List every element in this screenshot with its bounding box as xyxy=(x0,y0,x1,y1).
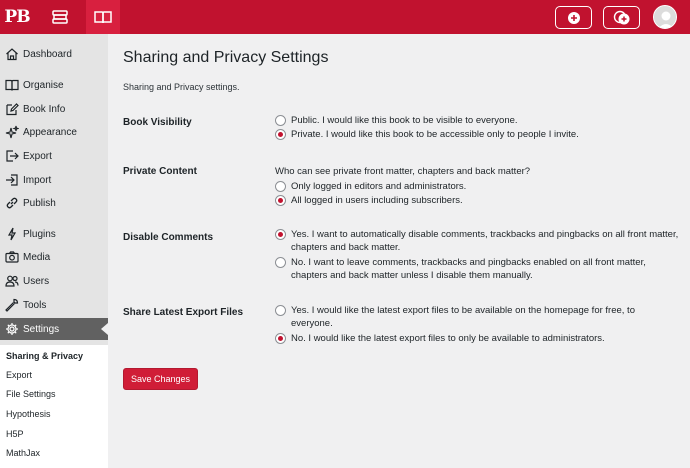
submenu-item-file-settings[interactable]: File Settings xyxy=(6,389,56,399)
edit-icon xyxy=(4,101,20,117)
visibility-private-radio[interactable] xyxy=(275,129,286,140)
share-export-yes-radio[interactable] xyxy=(275,305,286,316)
private-all-users-radio[interactable] xyxy=(275,195,286,206)
sidebar-item-book-info[interactable]: Book Info xyxy=(0,98,108,120)
add-book-button[interactable] xyxy=(555,6,592,29)
book-icon xyxy=(4,77,20,93)
option-text: No. I would like the latest export files… xyxy=(291,333,605,344)
sidebar-item-publish[interactable]: Publish xyxy=(0,192,108,214)
share-export-yes-option[interactable]: Yes. I would like the latest export file… xyxy=(275,304,675,330)
clone-book-icon xyxy=(613,10,629,24)
submenu-item-hypothesis[interactable]: Hypothesis xyxy=(6,409,51,419)
comments-disable-option[interactable]: Yes. I want to automatically disable com… xyxy=(275,228,680,254)
page-title: Sharing and Privacy Settings xyxy=(123,49,329,66)
share-export-no-radio[interactable] xyxy=(275,333,286,344)
top-admin-bar: PB xyxy=(0,0,690,34)
private-content-label: Private Content xyxy=(123,166,197,177)
share-export-files-label: Share Latest Export Files xyxy=(123,307,244,318)
disable-comments-label: Disable Comments xyxy=(123,232,214,243)
sidebar-item-label: Dashboard xyxy=(23,48,72,60)
settings-submenu: Sharing & Privacy Export File Settings H… xyxy=(0,345,108,468)
page-description: Sharing and Privacy settings. xyxy=(123,82,240,92)
share-export-no-option[interactable]: No. I would like the latest export files… xyxy=(275,332,675,345)
sidebar-item-label: Publish xyxy=(23,197,56,209)
home-icon xyxy=(4,46,20,62)
option-text: All logged in users including subscriber… xyxy=(291,195,463,206)
option-text: Only logged in editors and administrator… xyxy=(291,181,467,192)
submenu-item-export[interactable]: Export xyxy=(6,370,32,380)
sidebar-item-label: Media xyxy=(23,251,51,263)
comments-disable-radio[interactable] xyxy=(275,229,286,240)
sidebar-item-label: Plugins xyxy=(23,228,56,240)
private-all-users-option[interactable]: All logged in users including subscriber… xyxy=(275,194,675,207)
private-editors-option[interactable]: Only logged in editors and administrator… xyxy=(275,180,675,193)
comments-enable-option[interactable]: No. I want to leave comments, trackbacks… xyxy=(275,256,680,282)
clone-book-button[interactable] xyxy=(603,6,640,29)
save-changes-button[interactable]: Save Changes xyxy=(123,368,198,390)
link-icon xyxy=(4,195,20,211)
sidebar-item-label: Users xyxy=(23,275,50,287)
sidebar-item-label: Organise xyxy=(23,79,64,91)
sidebar-item-appearance[interactable]: Appearance xyxy=(0,121,108,143)
sidebar-item-label: Settings xyxy=(23,323,60,335)
option-text: Yes. I would like the latest export file… xyxy=(291,305,635,329)
pressbooks-logo[interactable]: PB xyxy=(0,0,34,34)
sidebar-item-plugins[interactable]: Plugins xyxy=(0,223,108,245)
sidebar-item-label: Book Info xyxy=(23,103,66,115)
plug-icon xyxy=(4,226,20,242)
private-content-question: Who can see private front matter, chapte… xyxy=(275,166,531,177)
logo-text: PB xyxy=(4,7,30,27)
submenu-item-mathjax[interactable]: MathJax xyxy=(6,448,40,458)
sparkle-icon xyxy=(4,124,20,140)
add-book-icon xyxy=(567,11,580,24)
comments-enable-radio[interactable] xyxy=(275,257,286,268)
visibility-public-option[interactable]: Public. I would like this book to be vis… xyxy=(275,114,675,127)
sidebar-item-label: Appearance xyxy=(23,126,77,138)
book-visibility-label: Book Visibility xyxy=(123,117,192,128)
export-icon xyxy=(4,148,20,164)
visibility-public-radio[interactable] xyxy=(275,115,286,126)
sidebar-item-dashboard[interactable]: Dashboard xyxy=(0,43,108,65)
book-open-icon[interactable] xyxy=(86,0,120,34)
option-text: No. I want to leave comments, trackbacks… xyxy=(291,257,646,281)
import-icon xyxy=(4,172,20,188)
sidebar-item-settings[interactable]: Settings xyxy=(0,318,108,340)
my-books-icon[interactable] xyxy=(43,0,77,34)
visibility-private-option[interactable]: Private. I would like this book to be ac… xyxy=(275,128,675,141)
option-text: Yes. I want to automatically disable com… xyxy=(291,229,679,253)
gear-icon xyxy=(4,321,20,337)
users-icon xyxy=(4,273,20,289)
private-editors-radio[interactable] xyxy=(275,181,286,192)
user-avatar[interactable] xyxy=(653,5,677,29)
wrench-icon xyxy=(4,297,20,313)
current-indicator xyxy=(101,323,108,335)
option-text: Public. I would like this book to be vis… xyxy=(291,115,518,126)
sidebar-item-label: Tools xyxy=(23,299,47,311)
option-text: Private. I would like this book to be ac… xyxy=(291,129,579,140)
sidebar-item-tools[interactable]: Tools xyxy=(0,294,108,316)
submenu-item-h5p[interactable]: H5P xyxy=(6,429,24,439)
camera-icon xyxy=(4,249,20,265)
submenu-item-sharing-privacy[interactable]: Sharing & Privacy xyxy=(6,351,83,361)
sidebar-item-label: Export xyxy=(23,150,52,162)
sidebar-item-users[interactable]: Users xyxy=(0,270,108,292)
sidebar-item-label: Import xyxy=(23,174,52,186)
sidebar-item-organise[interactable]: Organise xyxy=(0,74,108,96)
sidebar-item-export[interactable]: Export xyxy=(0,145,108,167)
sidebar-item-import[interactable]: Import xyxy=(0,169,108,191)
sidebar-item-media[interactable]: Media xyxy=(0,246,108,268)
